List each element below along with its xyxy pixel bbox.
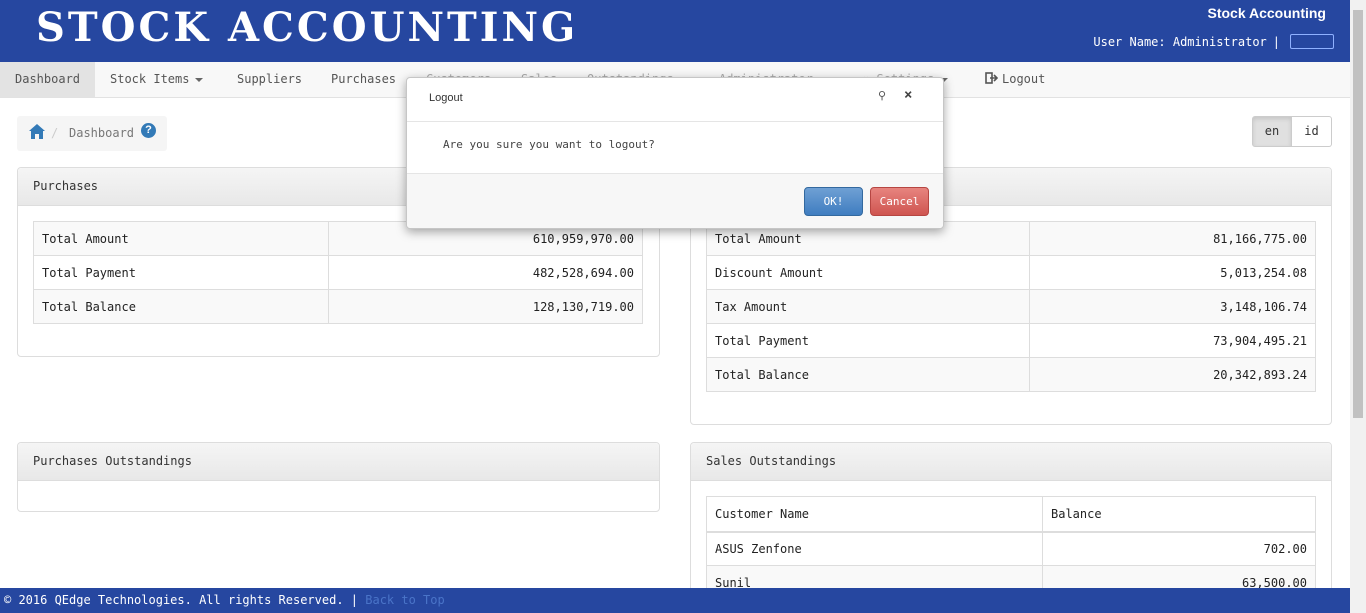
dialog-header: Logout ⚲ × xyxy=(407,78,943,122)
brand-logo-text: STOCK ACCOUNTING xyxy=(36,4,579,51)
column-header-balance[interactable]: Balance xyxy=(1042,496,1316,533)
table-row: Discount Amount 5,013,254.08 xyxy=(706,255,1316,290)
nav-suppliers[interactable]: Suppliers xyxy=(237,62,302,97)
nav-logout[interactable]: Logout xyxy=(985,62,1045,97)
column-header-customer-name[interactable]: Customer Name xyxy=(706,496,1043,533)
logout-dialog: Logout ⚲ × Are you sure you want to logo… xyxy=(406,77,944,229)
logout-icon xyxy=(985,72,999,84)
footer-copyright: © 2016 QEdge Technologies. All rights Re… xyxy=(4,593,359,607)
table-row: ASUS Zenfone 702.00 xyxy=(706,531,1316,566)
user-menu-button[interactable] xyxy=(1290,34,1334,49)
home-icon[interactable] xyxy=(28,123,46,143)
page-footer: © 2016 QEdge Technologies. All rights Re… xyxy=(0,588,1350,613)
table-row: Total Payment 482,528,694.00 xyxy=(33,255,643,290)
purchases-outstandings-title: Purchases Outstandings xyxy=(18,443,659,481)
sales-outstandings-table: Customer Name Balance ASUS Zenfone 702.00… xyxy=(706,496,1316,600)
nav-dashboard[interactable]: Dashboard xyxy=(0,62,96,97)
nav-purchases[interactable]: Purchases xyxy=(331,62,396,97)
ok-button[interactable]: OK! xyxy=(804,187,863,216)
app-name: Stock Accounting xyxy=(1207,5,1327,21)
table-row: Tax Amount 3,148,106.74 xyxy=(706,289,1316,324)
purchases-outstandings-panel: Purchases Outstandings xyxy=(17,442,660,512)
dialog-title: Logout xyxy=(429,92,463,104)
cancel-button[interactable]: Cancel xyxy=(870,187,929,216)
sales-outstandings-title: Sales Outstandings xyxy=(691,443,1331,481)
lang-en-button[interactable]: en xyxy=(1252,116,1292,147)
nav-stock-items[interactable]: Stock Items xyxy=(110,62,204,97)
dialog-body: Are you sure you want to logout? xyxy=(407,122,943,172)
breadcrumb: / Dashboard ? xyxy=(17,116,167,151)
table-header-row: Customer Name Balance xyxy=(706,496,1316,533)
table-row: Total Balance 20,342,893.24 xyxy=(706,357,1316,392)
app-header: STOCK ACCOUNTING Stock Accounting User N… xyxy=(0,0,1350,62)
sales-outstandings-panel: Sales Outstandings Customer Name Balance… xyxy=(690,442,1332,602)
back-to-top-link[interactable]: Back to Top xyxy=(365,593,444,607)
scrollbar-thumb[interactable] xyxy=(1353,10,1363,418)
user-name-label: User Name: Administrator xyxy=(1093,34,1267,49)
breadcrumb-current: Dashboard xyxy=(69,126,135,140)
caret-down-icon xyxy=(195,77,204,82)
dialog-message: Are you sure you want to logout? xyxy=(443,138,655,151)
language-switcher: en id xyxy=(1252,116,1332,147)
lang-id-button[interactable]: id xyxy=(1292,116,1332,147)
vertical-scrollbar[interactable] xyxy=(1350,0,1366,613)
breadcrumb-separator: / xyxy=(51,126,59,140)
table-row: Total Payment 73,904,495.21 xyxy=(706,323,1316,358)
help-icon[interactable]: ? xyxy=(141,123,156,138)
table-row: Total Balance 128,130,719.00 xyxy=(33,289,643,324)
pin-icon[interactable]: ⚲ xyxy=(878,89,886,102)
close-icon[interactable]: × xyxy=(904,87,912,103)
user-info: User Name: Administrator | xyxy=(1093,34,1334,49)
sales-summary-table: Total Amount 81,166,775.00 Discount Amoun… xyxy=(706,221,1316,392)
user-separator: | xyxy=(1272,34,1280,49)
dialog-footer: OK! Cancel xyxy=(407,173,943,228)
purchases-summary-table: Total Amount 610,959,970.00 Total Payment… xyxy=(33,221,643,324)
